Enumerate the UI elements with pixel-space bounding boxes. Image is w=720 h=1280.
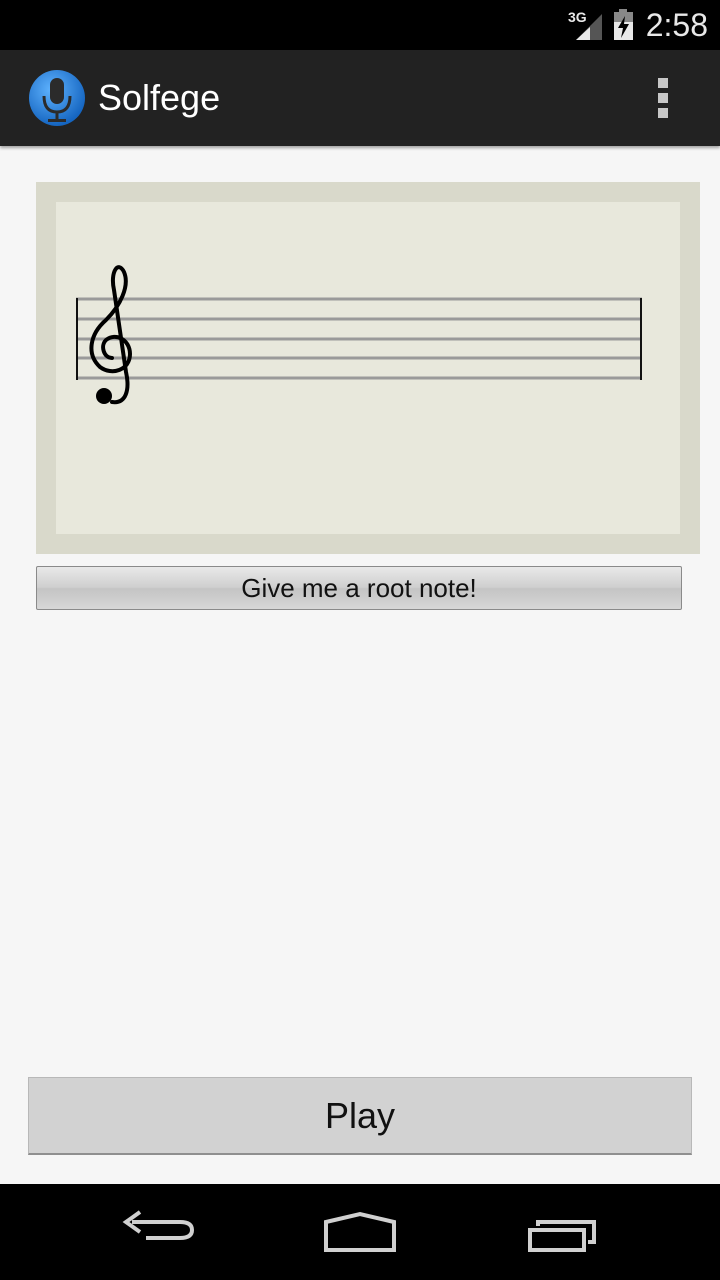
overflow-dot bbox=[658, 108, 668, 118]
staff-panel bbox=[36, 182, 700, 554]
staff-canvas bbox=[56, 202, 680, 534]
overflow-dot bbox=[658, 78, 668, 88]
music-staff bbox=[76, 265, 642, 405]
give-root-note-button[interactable]: Give me a root note! bbox=[36, 566, 682, 610]
battery-icon bbox=[614, 9, 633, 40]
status-time: 2:58 bbox=[645, 7, 708, 43]
navigation-bar bbox=[0, 1184, 720, 1280]
home-icon[interactable] bbox=[280, 1184, 440, 1280]
play-button[interactable]: Play bbox=[28, 1077, 692, 1155]
treble-clef-icon bbox=[89, 265, 133, 405]
status-bar: 3G 2:58 bbox=[0, 0, 720, 50]
microphone-icon[interactable] bbox=[27, 68, 87, 128]
back-icon[interactable] bbox=[80, 1184, 240, 1280]
overflow-menu-icon[interactable] bbox=[644, 72, 684, 124]
recent-apps-icon[interactable] bbox=[480, 1184, 640, 1280]
signal-icon: 3G bbox=[568, 9, 602, 40]
overflow-dot bbox=[658, 93, 668, 103]
action-bar: Solfege bbox=[0, 50, 720, 146]
app-title: Solfege bbox=[98, 77, 221, 118]
network-type-label: 3G bbox=[568, 9, 587, 25]
